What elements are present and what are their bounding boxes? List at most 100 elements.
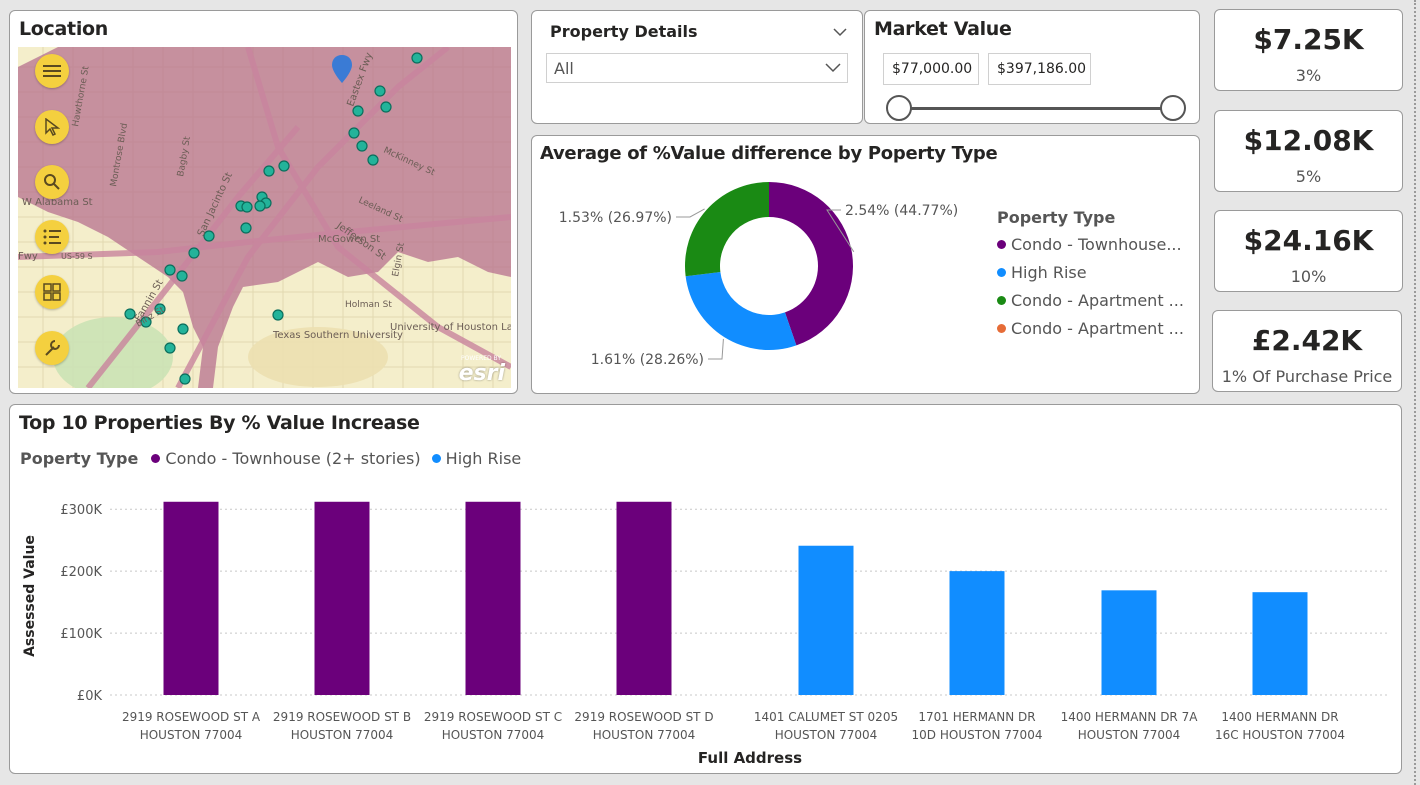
chevron-down-icon[interactable] [833,28,847,37]
donut-chart[interactable]: 2.54% (44.77%) 1.61% (28.26%) 1.53% (26.97… [552,176,992,391]
legend-item[interactable]: Condo - Townhouse (2+ stories) [151,449,421,468]
map[interactable]: W Alabama St Fwy US-59 S Texas Southern … [18,47,511,388]
x-axis-title: Full Address [698,749,802,767]
kpi-value: £2.42K [1251,324,1363,357]
donut-leader-line [676,208,705,218]
x-tick-label: HOUSTON 77004 [442,728,545,742]
select-pointer-icon[interactable] [35,110,69,144]
legend-label: High Rise [1011,263,1087,282]
location-card: Location W Alabama St Fwy US-59 S Texas … [9,10,518,394]
property-details-dropdown[interactable]: All [546,53,848,83]
x-tick-label: 1401 CALUMET ST 0205 [754,710,898,724]
kpi-label: 1% Of Purchase Price [1221,367,1393,386]
map-label: Fwy [18,251,38,262]
y-axis-title: Assessed Value [22,535,38,657]
legend-item[interactable]: High Rise [431,449,522,468]
market-value-title: Market Value [874,18,1012,40]
bar[interactable] [616,501,672,695]
donut-legend: Poperty Type Condo - Townhouse... High R… [997,208,1184,338]
donut-slice[interactable] [685,182,769,277]
legend-item[interactable]: Condo - Townhouse... [997,235,1184,254]
bar-chart-card: Top 10 Properties By % Value Increase Po… [9,404,1402,774]
kpi-label: 10% [1290,267,1327,286]
legend-dot [997,268,1006,277]
kpi-card: $12.08K 5% [1214,110,1403,192]
layers-list-icon[interactable] [35,220,69,254]
bar-chart-title: Top 10 Properties By % Value Increase [19,412,420,434]
legend-label: Condo - Apartment ... [1011,319,1184,338]
x-tick-label: 2919 ROSEWOOD ST D [574,710,713,724]
legend-label: Condo - Apartment ... [1011,291,1184,310]
map-canvas[interactable]: W Alabama St Fwy US-59 S Texas Southern … [18,47,511,388]
market-value-slicer: Market Value $77,000.00 $397,186.00 [864,10,1200,124]
y-tick-label: £100K [60,627,102,642]
bar[interactable] [949,571,1005,695]
donut-data-label: 1.53% (26.97%) [559,210,672,226]
menu-icon[interactable] [35,54,69,88]
map-label: W Alabama St [22,197,93,208]
map-label: University of Houston Law Center [390,322,511,333]
bar[interactable] [163,501,219,695]
bar[interactable] [465,501,521,695]
donut-title: Average of %Value difference by Poperty … [540,143,998,164]
range-slider-max-handle[interactable] [1160,95,1186,121]
legend-label: High Rise [445,449,522,468]
kpi-value: $12.08K [1243,124,1374,157]
x-tick-label: 16C HOUSTON 77004 [1215,728,1345,742]
page-edge-guide [1414,0,1416,785]
property-details-slicer: Property Details All [531,10,863,124]
x-tick-label: 2919 ROSEWOOD ST C [424,710,562,724]
x-tick-label: HOUSTON 77004 [291,728,394,742]
kpi-label: 5% [1295,167,1322,186]
bar[interactable] [798,545,854,695]
bar-chart[interactable]: £0K £100K £200K £300K Assessed Value 2919 ROS… [10,471,1401,771]
market-value-max-input[interactable]: $397,186.00 [988,53,1091,85]
legend-dot [997,240,1006,249]
legend-dot [997,324,1006,333]
donut-slice[interactable] [685,271,797,350]
dropdown-selected-value: All [554,59,574,78]
map-label: Texas Southern University [272,330,403,341]
kpi-value: $7.25K [1253,23,1364,56]
search-icon[interactable] [35,165,69,199]
bar[interactable] [1252,592,1308,695]
legend-label: Condo - Townhouse (2+ stories) [165,449,421,468]
legend-item[interactable]: Condo - Apartment ... [997,319,1184,338]
legend-dot [431,454,441,463]
x-tick-label: HOUSTON 77004 [775,728,878,742]
legend-label: Condo - Townhouse... [1011,235,1182,254]
bar-legend: Poperty Type Condo - Townhouse (2+ stori… [20,449,521,468]
donut-data-label: 2.54% (44.77%) [845,203,958,219]
map-label: McGowen St [318,234,380,245]
donut-leader-line [708,338,724,360]
donut-legend-title: Poperty Type [997,208,1116,227]
location-title: Location [19,18,109,40]
legend-dot [151,454,161,463]
kpi-label: 3% [1295,66,1322,85]
legend-dot [997,296,1006,305]
legend-item[interactable]: Condo - Apartment ... [997,291,1184,310]
x-tick-label: 2919 ROSEWOOD ST B [273,710,411,724]
wrench-tools-icon[interactable] [35,331,69,365]
y-tick-label: £0K [77,689,103,704]
basemap-gallery-icon[interactable] [35,275,69,309]
x-tick-label: HOUSTON 77004 [140,728,243,742]
bar[interactable] [314,501,370,695]
range-slider-min-handle[interactable] [886,95,912,121]
range-slider-track[interactable] [901,107,1175,110]
x-tick-label: 10D HOUSTON 77004 [912,728,1043,742]
legend-item[interactable]: High Rise [997,263,1184,282]
x-tick-label: 1400 HERMANN DR 7A [1061,710,1199,724]
donut-card: Average of %Value difference by Poperty … [531,135,1200,394]
bar[interactable] [1101,590,1157,695]
donut-data-label: 1.61% (28.26%) [591,352,704,368]
kpi-card: $7.25K 3% [1214,9,1403,91]
x-tick-label: 2919 ROSEWOOD ST A [122,710,261,724]
y-tick-label: £200K [60,565,102,580]
kpi-card: £2.42K 1% Of Purchase Price [1212,310,1402,392]
map-label: Holman St [345,300,392,310]
chevron-down-icon [825,63,841,73]
property-details-title: Property Details [550,22,698,41]
esri-logo: esri [458,361,505,386]
market-value-min-input[interactable]: $77,000.00 [883,53,979,85]
